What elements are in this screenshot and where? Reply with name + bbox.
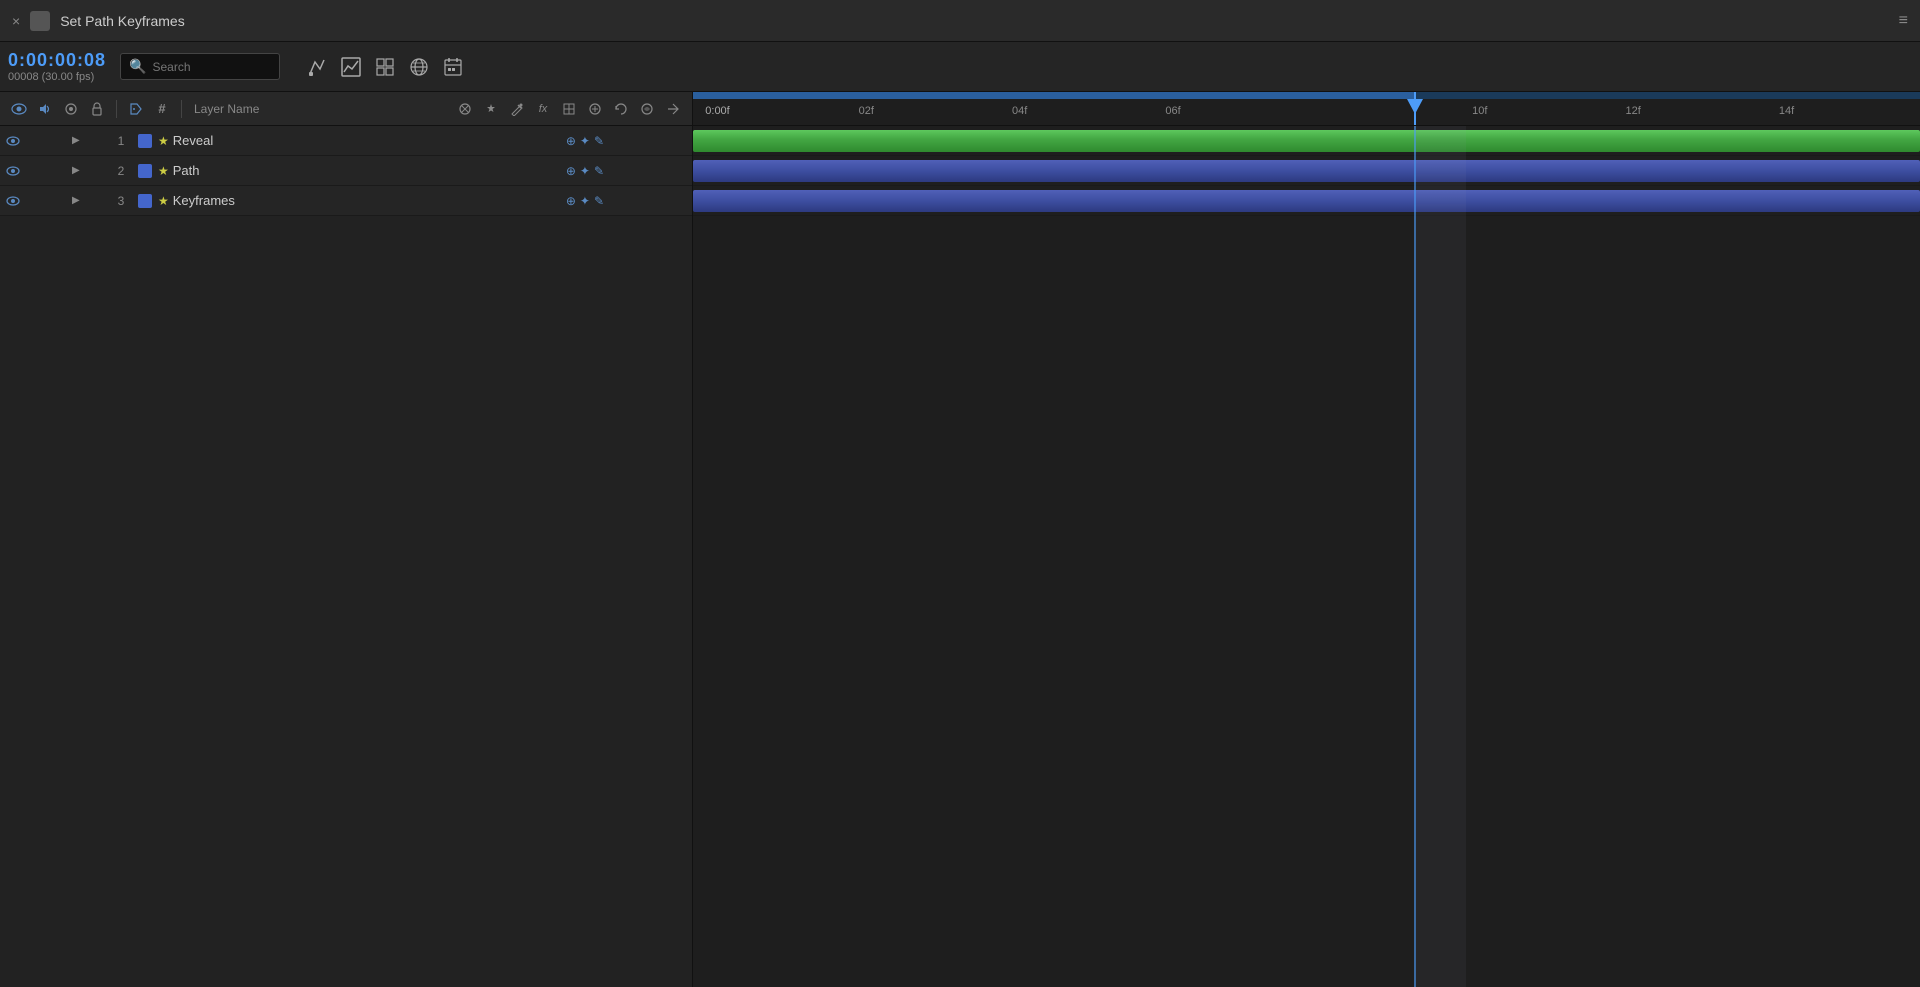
layer-2-link-icon[interactable]: ⊕ (566, 164, 576, 178)
col-icon-7[interactable] (636, 98, 658, 120)
layer-3-effects-icon[interactable]: ✦ (580, 194, 590, 208)
timeline-bar-path (693, 160, 1920, 182)
layer-3-vis-icons: ▶ (0, 192, 110, 210)
layer-1-actions: ⊕ ✦ ✎ (566, 134, 612, 148)
layer-3-actions: ⊕ ✦ ✎ (566, 194, 612, 208)
ruler-mark-2: 02f (859, 105, 874, 117)
lock-toggle[interactable] (86, 98, 108, 120)
layer-row: ▶ 2 ★ Path ⊕ ✦ ✎ (0, 156, 692, 186)
time-display: 0:00:00:08 00008 (30.00 fps) (8, 50, 106, 83)
motion-path-button[interactable] (302, 52, 332, 82)
layer-2-star-icon: ★ (158, 164, 169, 178)
timeline-playhead-line (1414, 126, 1416, 987)
layer-3-name[interactable]: Keyframes (173, 193, 566, 208)
timeline-bar-reveal (693, 130, 1920, 152)
layer-2-name[interactable]: Path (173, 163, 566, 178)
col-icon-fx[interactable]: fx (532, 98, 554, 120)
label-tag[interactable] (125, 98, 147, 120)
search-box[interactable]: 🔍 (120, 53, 280, 80)
title-bar: × Set Path Keyframes ≡ (0, 0, 1920, 42)
layer-2-color-swatch (138, 164, 152, 178)
calendar-button[interactable] (438, 52, 468, 82)
panel-color-swatch (30, 11, 50, 31)
number-toggle[interactable]: # (151, 98, 173, 120)
layer-1-color-swatch (138, 134, 152, 148)
layer-row: ▶ 3 ★ Keyframes ⊕ ✦ ✎ (0, 186, 692, 216)
layer-3-link-icon[interactable]: ⊕ (566, 194, 576, 208)
col-icon-4[interactable] (558, 98, 580, 120)
col-icon-6[interactable] (610, 98, 632, 120)
layer-1-paint-icon[interactable]: ✎ (594, 134, 604, 148)
layer-2-actions: ⊕ ✦ ✎ (566, 164, 612, 178)
layer-row: ▶ 1 ★ Reveal ⊕ ✦ ✎ (0, 126, 692, 156)
layer-3-visibility[interactable] (4, 192, 22, 210)
visibility-toggle[interactable] (8, 98, 30, 120)
left-panel: # Layer Name fx (0, 92, 693, 987)
layer-2-visibility[interactable] (4, 162, 22, 180)
timeline-bar-keyframes (693, 190, 1920, 212)
col-icon-1[interactable] (454, 98, 476, 120)
current-time-display[interactable]: 0:00:00:08 (8, 50, 106, 71)
menu-icon[interactable]: ≡ (1899, 12, 1908, 30)
globe-button[interactable] (404, 52, 434, 82)
layer-2-vis-icons: ▶ (0, 162, 110, 180)
panel-title: Set Path Keyframes (60, 13, 1888, 29)
layer-3-color-swatch (138, 194, 152, 208)
layer-2-expand[interactable]: ▶ (72, 165, 80, 176)
layer-1-star-icon: ★ (158, 134, 169, 148)
layer-2-paint-icon[interactable]: ✎ (594, 164, 604, 178)
layer-3-star-icon: ★ (158, 194, 169, 208)
timeline-content[interactable] (693, 126, 1920, 987)
grid-button[interactable] (370, 52, 400, 82)
col-icon-8[interactable] (662, 98, 684, 120)
timeline-panel: 0:00f 02f 04f 06f 10f 12f 14f (693, 92, 1920, 987)
layer-2-num: 2 (110, 164, 132, 178)
ruler-mark-10: 10f (1472, 105, 1487, 117)
audio-toggle[interactable] (34, 98, 56, 120)
layer-3-expand[interactable]: ▶ (72, 195, 80, 206)
search-input[interactable] (153, 60, 273, 74)
col-icon-5[interactable] (584, 98, 606, 120)
frame-info: 00008 (30.00 fps) (8, 71, 106, 83)
ruler-mark-4: 04f (1012, 105, 1027, 117)
playhead-ghost-highlight (1416, 126, 1466, 987)
layer-3-num: 3 (110, 194, 132, 208)
layer-3-paint-icon[interactable]: ✎ (594, 194, 604, 208)
layer-1-visibility[interactable] (4, 132, 22, 150)
timeline-row-1[interactable] (693, 126, 1920, 156)
timeline-row-2[interactable] (693, 156, 1920, 186)
col-icon-2[interactable] (480, 98, 502, 120)
layer-1-name[interactable]: Reveal (173, 133, 566, 148)
graph-editor-button[interactable] (336, 52, 366, 82)
layer-1-effects-icon[interactable]: ✦ (580, 134, 590, 148)
ruler-mark-12: 12f (1626, 105, 1641, 117)
timeline-row-3[interactable] (693, 186, 1920, 216)
layer-1-vis-icons: ▶ (0, 132, 110, 150)
close-icon[interactable]: × (12, 13, 20, 29)
ruler-mark-6: 06f (1165, 105, 1180, 117)
layer-2-effects-icon[interactable]: ✦ (580, 164, 590, 178)
search-icon: 🔍 (129, 58, 146, 75)
ruler-mark-0: 0:00f (705, 105, 729, 117)
layer-1-link-icon[interactable]: ⊕ (566, 134, 576, 148)
layer-controls-header: # Layer Name fx (0, 92, 692, 126)
solo-toggle[interactable] (60, 98, 82, 120)
ruler-mark-14: 14f (1779, 105, 1794, 117)
main-area: # Layer Name fx (0, 92, 1920, 987)
layer-1-num: 1 (110, 134, 132, 148)
col-icon-3[interactable] (506, 98, 528, 120)
layers-list: ▶ 1 ★ Reveal ⊕ ✦ ✎ (0, 126, 692, 216)
column-header-layer-name: Layer Name (194, 102, 259, 116)
timeline-ruler[interactable]: 0:00f 02f 04f 06f 10f 12f 14f (693, 92, 1920, 126)
toolbar: 0:00:00:08 00008 (30.00 fps) 🔍 (0, 42, 1920, 92)
layer-1-expand[interactable]: ▶ (72, 135, 80, 146)
